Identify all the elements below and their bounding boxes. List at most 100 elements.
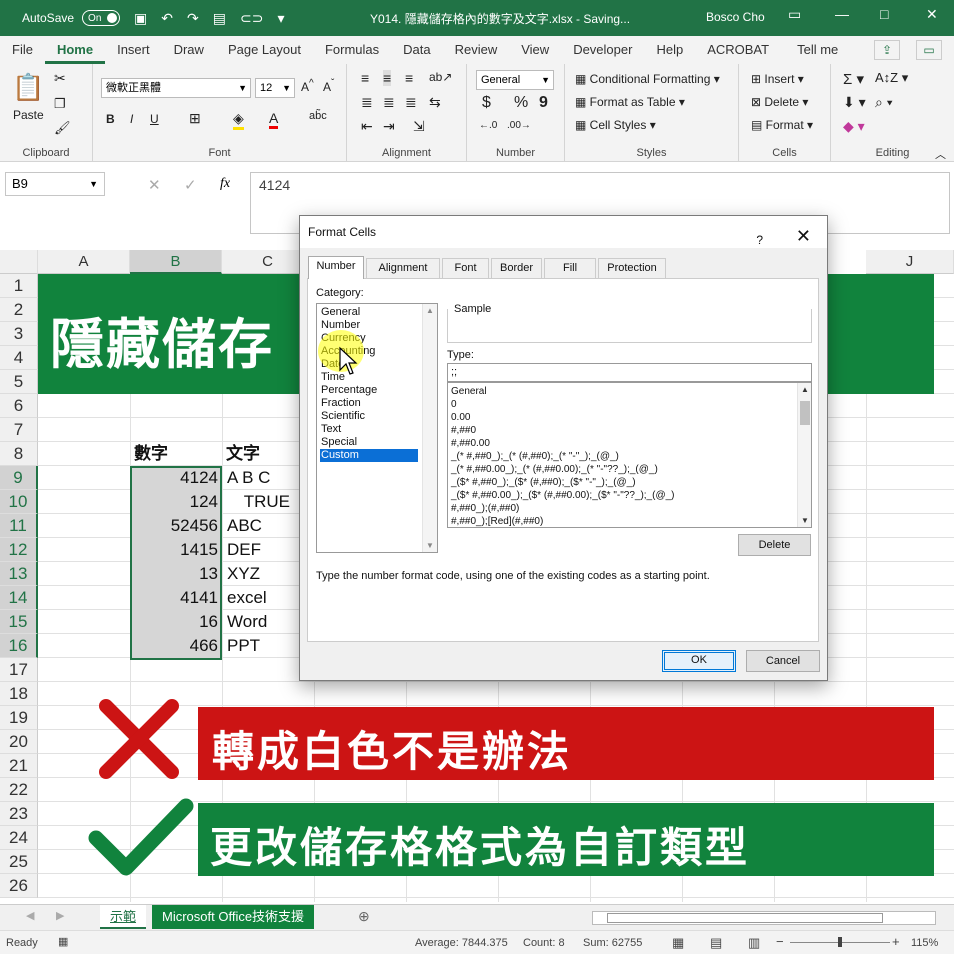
row-header-12[interactable]: 12	[0, 538, 38, 562]
category-item-custom[interactable]: Custom	[320, 449, 418, 462]
conditional-formatting-button[interactable]: ▦ Conditional Formatting ▾	[575, 72, 720, 86]
normal-view-icon[interactable]: ▦	[672, 935, 684, 951]
sheet-tab-demo[interactable]: 示範	[100, 905, 147, 929]
row-header-9[interactable]: 9	[0, 466, 38, 490]
increase-indent-icon[interactable]: ⇥	[383, 118, 395, 135]
category-item-special[interactable]: Special	[320, 436, 418, 449]
tab-data[interactable]: Data	[391, 36, 442, 64]
column-header-b[interactable]: B	[130, 250, 222, 274]
comments-icon[interactable]: ▭	[916, 40, 942, 60]
row-header-1[interactable]: 1	[0, 274, 38, 298]
tab-draw[interactable]: Draw	[162, 36, 216, 64]
scroll-up-icon[interactable]: ▲	[426, 306, 434, 315]
number-cell[interactable]: 4141	[134, 586, 218, 610]
row-header-3[interactable]: 3	[0, 322, 38, 346]
category-item-text[interactable]: Text	[320, 423, 418, 436]
row-header-13[interactable]: 13	[0, 562, 38, 586]
increase-decimal-icon[interactable]: ←.0	[479, 120, 497, 131]
category-item-percentage[interactable]: Percentage	[320, 384, 418, 397]
cancel-button[interactable]: Cancel	[746, 650, 820, 672]
cell-styles-button[interactable]: ▦ Cell Styles ▾	[575, 118, 656, 132]
user-name[interactable]: Bosco Cho	[706, 10, 765, 24]
tab-tell-me[interactable]: Tell me	[785, 36, 850, 64]
row-header-4[interactable]: 4	[0, 346, 38, 370]
share-icon[interactable]: ⇪	[874, 40, 900, 60]
paste-button[interactable]: Paste	[13, 108, 44, 122]
row-header-20[interactable]: 20	[0, 730, 38, 754]
dialog-tab-alignment[interactable]: Alignment	[366, 258, 440, 278]
delete-cells-button[interactable]: ⊠ Delete ▾	[751, 95, 808, 109]
align-right-icon[interactable]: ≣	[405, 94, 417, 111]
add-sheet-icon[interactable]: ⊕	[358, 908, 370, 925]
category-item-time[interactable]: Time	[320, 371, 418, 384]
redo-icon[interactable]: ↷	[187, 10, 199, 27]
minimize-icon[interactable]: —	[835, 6, 849, 22]
percent-button[interactable]: %	[514, 94, 528, 112]
category-item-general[interactable]: General	[320, 306, 418, 319]
number-cell[interactable]: 13	[134, 562, 218, 586]
type-item[interactable]: _($* #,##0_);_($* (#,##0);_($* "-"_);_(@…	[451, 476, 636, 489]
row-header-26[interactable]: 26	[0, 874, 38, 898]
save-icon[interactable]: ▣	[134, 10, 147, 27]
category-item-scientific[interactable]: Scientific	[320, 410, 418, 423]
row-header-16[interactable]: 16	[0, 634, 38, 658]
format-as-table-button[interactable]: ▦ Format as Table ▾	[575, 95, 685, 109]
find-select-icon[interactable]: ⌕ ▾	[875, 94, 893, 111]
number-cell[interactable]: 16	[134, 610, 218, 634]
row-header-17[interactable]: 17	[0, 658, 38, 682]
shrink-font-icon[interactable]: Aˇ	[323, 78, 334, 94]
maximize-icon[interactable]: □	[880, 6, 888, 22]
type-item[interactable]: _(* #,##0.00_);_(* (#,##0.00);_(* "-"??_…	[451, 463, 658, 476]
number-cell[interactable]: 466	[134, 634, 218, 658]
number-cell[interactable]: 124	[134, 490, 218, 514]
fill-color-icon[interactable]: ◈	[233, 110, 244, 130]
phonetic-icon[interactable]: ab̃c	[309, 110, 327, 122]
status-sum[interactable]: Sum: 62755	[583, 937, 642, 949]
column-header-j[interactable]: J	[866, 250, 954, 274]
number-cell[interactable]: 1415	[134, 538, 218, 562]
cut-icon[interactable]: ✂	[54, 70, 66, 87]
dialog-help-button[interactable]: ?	[756, 224, 763, 256]
number-cell[interactable]: 4124	[134, 466, 218, 490]
sort-filter-icon[interactable]: A↕Z ▾	[875, 70, 908, 86]
dialog-tab-fill[interactable]: Fill	[544, 258, 596, 278]
customize-icon[interactable]: ▾	[277, 10, 284, 27]
text-cell[interactable]: A B C	[227, 466, 270, 490]
tab-acrobat[interactable]: ACROBAT	[695, 36, 781, 64]
dialog-close-icon[interactable]: ✕	[796, 220, 811, 252]
row-header-21[interactable]: 21	[0, 754, 38, 778]
ok-button[interactable]: OK	[662, 650, 736, 672]
insert-cells-button[interactable]: ⊞ Insert ▾	[751, 72, 804, 86]
align-top-icon[interactable]: ≡	[361, 70, 369, 86]
paste-icon[interactable]: 📋	[12, 72, 44, 103]
category-scrollbar[interactable]: ▲ ▼	[422, 304, 437, 552]
format-painter-icon[interactable]: 🖌	[54, 120, 71, 136]
merge-icon[interactable]: ⇲	[413, 118, 425, 135]
grow-font-icon[interactable]: A^	[301, 78, 314, 94]
form-icon[interactable]: ▤	[213, 10, 226, 27]
type-item[interactable]: #,##0	[451, 424, 476, 437]
tab-view[interactable]: View	[509, 36, 561, 64]
row-header-25[interactable]: 25	[0, 850, 38, 874]
close-icon[interactable]: ✕	[926, 6, 938, 23]
link-icon[interactable]: ⊂⊃	[240, 10, 263, 27]
text-cell[interactable]: excel	[227, 586, 267, 610]
tab-review[interactable]: Review	[443, 36, 510, 64]
type-item[interactable]: #,##0.00	[451, 437, 490, 450]
zoom-slider-thumb[interactable]	[838, 937, 842, 947]
row-header-18[interactable]: 18	[0, 682, 38, 706]
fill-icon[interactable]: ⬇ ▾	[843, 94, 866, 111]
tab-insert[interactable]: Insert	[105, 36, 162, 64]
italic-button[interactable]: I	[130, 112, 133, 126]
number-format-combo[interactable]: General ▼	[476, 70, 554, 90]
tab-help[interactable]: Help	[644, 36, 695, 64]
bold-button[interactable]: B	[106, 112, 115, 126]
autosum-icon[interactable]: Σ ▾	[843, 70, 864, 88]
zoom-out-icon[interactable]: −	[776, 934, 784, 949]
row-header-2[interactable]: 2	[0, 298, 38, 322]
align-center-icon[interactable]: ≣	[383, 94, 395, 111]
tab-home[interactable]: Home	[44, 36, 106, 64]
insert-function-button[interactable]: fx	[220, 176, 230, 192]
align-middle-icon[interactable]: ≡	[383, 70, 392, 86]
copy-icon[interactable]: ❐	[54, 96, 66, 112]
